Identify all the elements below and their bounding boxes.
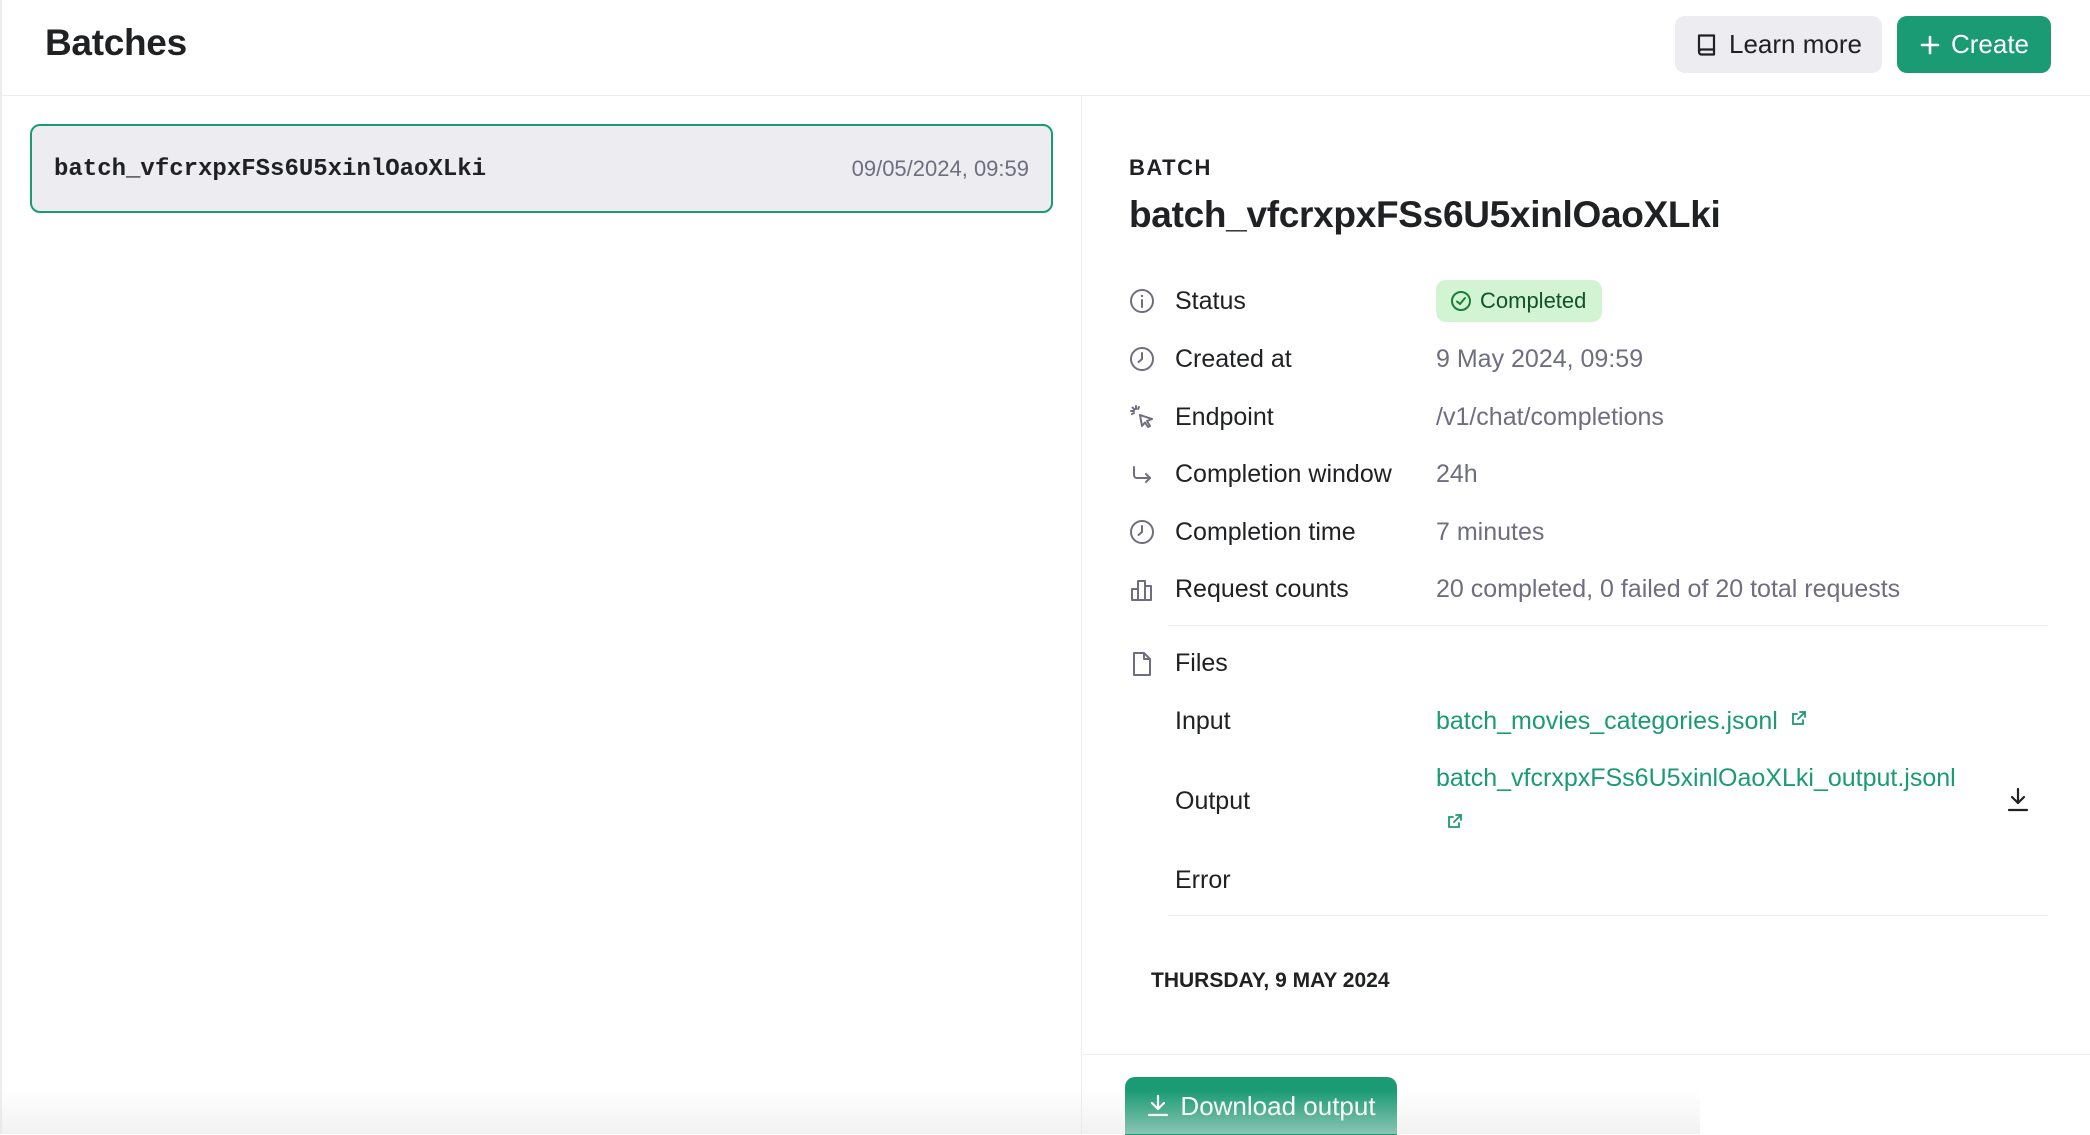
status-label: Status xyxy=(1175,287,1246,315)
request-counts-value: 20 completed, 0 failed of 20 total reque… xyxy=(1436,575,1901,603)
output-file-name: batch_vfcrxpxFSs6U5xinlOaoXLki_output.js… xyxy=(1436,764,1956,792)
output-file-link[interactable]: batch_vfcrxpxFSs6U5xinlOaoXLki_output.js… xyxy=(1436,764,1956,793)
page-left-border xyxy=(0,0,2,1134)
detail-title: batch_vfcrxpxFSs6U5xinlOaoXLki xyxy=(1129,194,1721,235)
footer-divider xyxy=(1082,1054,2090,1055)
learn-more-button[interactable]: Learn more xyxy=(1675,16,1882,73)
batch-list-item-date: 09/05/2024, 09:59 xyxy=(851,156,1029,181)
completion-time-label: Completion time xyxy=(1175,518,1356,546)
batch-list-item-id: batch_vfcrxpxFSs6U5xinlOaoXLki xyxy=(54,156,487,183)
download-icon xyxy=(1148,1094,1169,1117)
bottom-fade-overlay xyxy=(0,1090,1700,1134)
input-file-label: Input xyxy=(1175,707,1231,735)
plus-icon xyxy=(1920,35,1940,54)
files-label: Files xyxy=(1175,649,1228,677)
clock-icon xyxy=(1130,347,1154,371)
book-icon xyxy=(1697,33,1716,56)
create-button[interactable]: Create xyxy=(1897,16,2051,73)
status-badge: Completed xyxy=(1436,280,1603,322)
completion-window-label: Completion window xyxy=(1175,460,1392,488)
learn-more-label: Learn more xyxy=(1729,29,1862,59)
info-icon xyxy=(1130,289,1154,313)
completion-window-value: 24h xyxy=(1436,460,1478,488)
check-circle-icon xyxy=(1451,291,1471,311)
created-at-value: 9 May 2024, 09:59 xyxy=(1436,345,1644,373)
date-separator: THURSDAY, 9 MAY 2024 xyxy=(1151,969,1390,992)
section-divider xyxy=(1168,915,2048,916)
error-file-label: Error xyxy=(1175,866,1231,894)
detail-section-label: BATCH xyxy=(1129,155,1212,180)
created-at-label: Created at xyxy=(1175,345,1292,373)
download-output-button[interactable]: Download output xyxy=(1125,1077,1397,1135)
file-icon xyxy=(1133,652,1151,676)
create-label: Create xyxy=(1950,29,2030,59)
return-arrow-icon xyxy=(1133,466,1151,483)
request-counts-label: Request counts xyxy=(1175,575,1349,603)
bar-chart-icon xyxy=(1131,580,1152,601)
endpoint-value: /v1/chat/completions xyxy=(1436,403,1664,431)
cursor-click-icon xyxy=(1130,405,1153,428)
section-divider xyxy=(1168,625,2048,626)
page-title: Batches xyxy=(45,22,187,63)
download-icon[interactable] xyxy=(2005,786,2031,814)
status-value: Completed xyxy=(1480,288,1587,313)
clock-icon xyxy=(1130,520,1154,544)
page-header: Batches Learn more Create xyxy=(0,0,2090,96)
external-link-icon[interactable] xyxy=(1447,813,1463,829)
completion-time-value: 7 minutes xyxy=(1436,518,1545,546)
endpoint-label: Endpoint xyxy=(1175,403,1274,431)
batch-list-item[interactable]: batch_vfcrxpxFSs6U5xinlOaoXLki 09/05/202… xyxy=(30,124,1053,213)
panel-divider xyxy=(1081,96,1082,1134)
input-file-link[interactable]: batch_movies_categories.jsonl xyxy=(1436,707,1807,736)
output-file-label: Output xyxy=(1175,787,1251,815)
download-output-label: Download output xyxy=(1180,1090,1376,1121)
input-file-name: batch_movies_categories.jsonl xyxy=(1436,707,1778,735)
external-link-icon xyxy=(1791,711,1806,725)
